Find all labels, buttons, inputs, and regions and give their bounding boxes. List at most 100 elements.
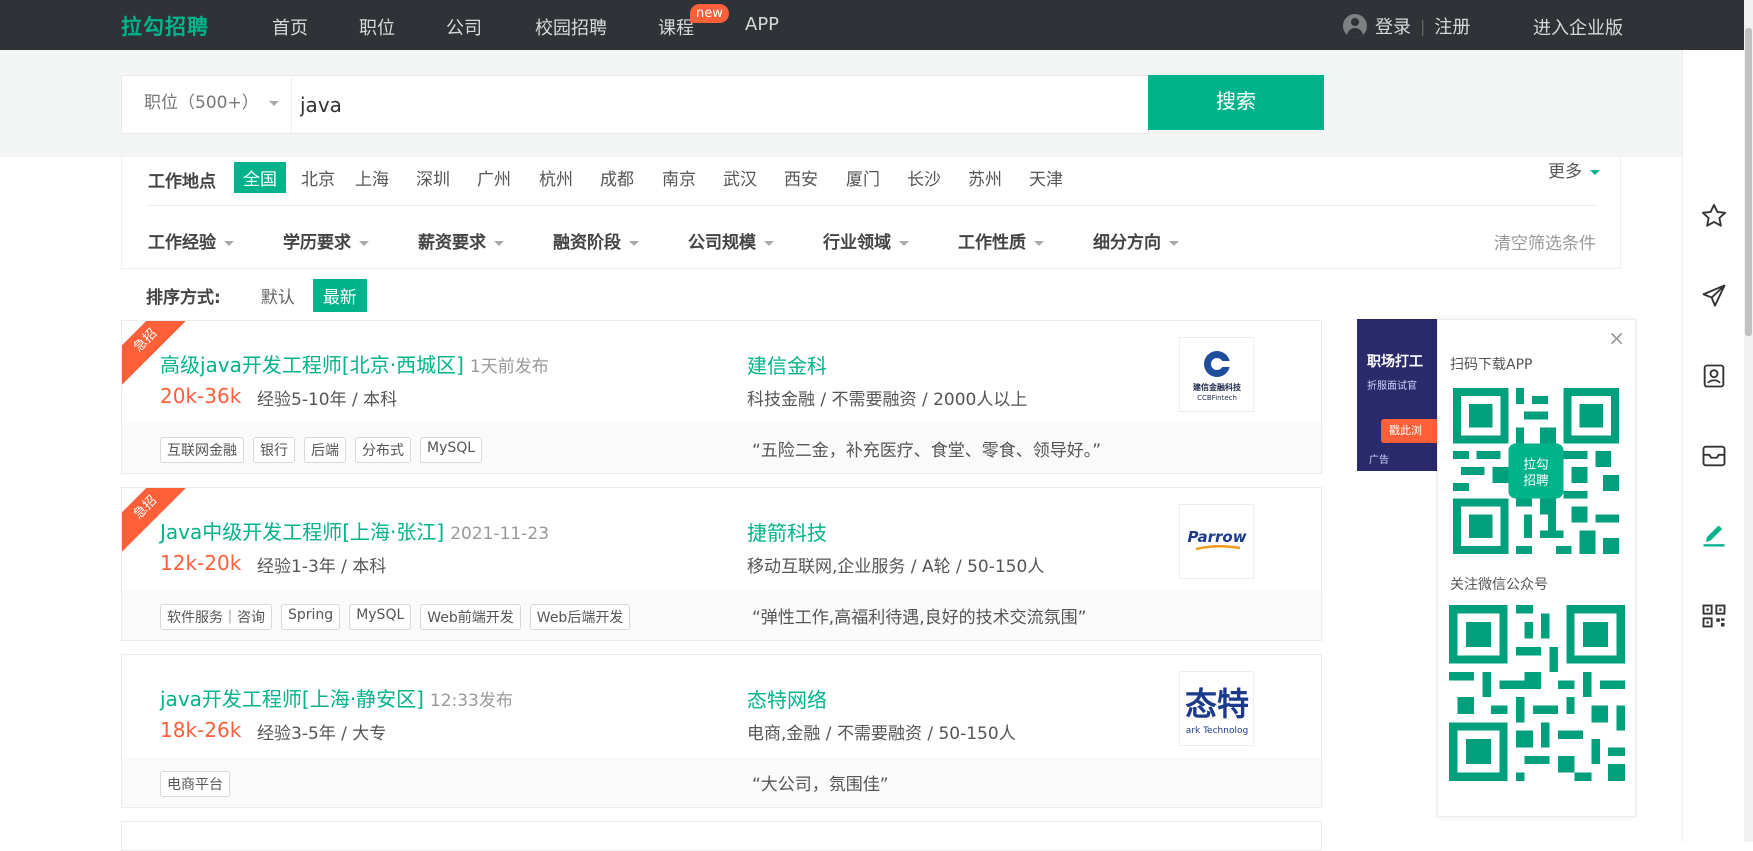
company-info: 电商,金融 / 不需要融资 / 50-150人 — [747, 724, 1016, 744]
ad-label: 广告 — [1369, 455, 1389, 466]
logo-text: 态特 — [1184, 685, 1248, 723]
job-tags: 互联网金融 银行 后端 分布式 MySQL — [160, 437, 491, 463]
company-logo[interactable]: 建信金融科技 CCBFintech — [1179, 337, 1254, 412]
dropdown-label: 公司规模 — [688, 233, 756, 253]
login-link[interactable]: 登录 — [1375, 13, 1411, 39]
city-option[interactable]: 北京 — [292, 162, 344, 193]
city-option[interactable]: 长沙 — [898, 162, 950, 193]
job-tag: 电商平台 — [160, 771, 230, 797]
job-title-link[interactable]: java开发工程师[上海·静安区] 12:33发布 — [160, 683, 513, 712]
job-card[interactable]: 急招 高级java开发工程师[北京·西城区] 1天前发布 20k-36k 经验5-… — [121, 320, 1322, 474]
company-name-link[interactable]: 态特网络 — [747, 684, 827, 713]
city-option[interactable]: 成都 — [591, 162, 643, 193]
city-option[interactable]: 厦门 — [837, 162, 889, 193]
sort-label: 排序方式: — [146, 287, 221, 308]
salary: 18k-26k — [160, 718, 242, 742]
job-tag: 互联网金融 — [160, 437, 244, 463]
ad-cta-button[interactable]: 戳此浏 — [1381, 419, 1437, 443]
inbox-icon[interactable] — [1700, 442, 1728, 470]
auth-separator: | — [1420, 16, 1426, 36]
sort-option-newest[interactable]: 最新 — [312, 278, 367, 312]
card-footer — [122, 757, 1321, 807]
more-cities-toggle[interactable]: 更多 — [1548, 157, 1600, 182]
nav-jobs[interactable]: 职位 — [359, 14, 395, 40]
city-option[interactable]: 全国 — [234, 162, 286, 193]
job-tag: MySQL — [420, 437, 483, 463]
send-icon[interactable] — [1700, 282, 1728, 310]
job-title-link[interactable]: Java中级开发工程师[上海·张江] 2021-11-23 — [160, 516, 549, 545]
right-tool-rail — [1682, 50, 1744, 842]
star-icon[interactable] — [1700, 202, 1728, 230]
filter-dropdown-funding[interactable]: 融资阶段 — [553, 228, 639, 253]
nav-companies[interactable]: 公司 — [446, 14, 482, 40]
company-name-link[interactable]: 建信金科 — [747, 350, 827, 379]
publish-time: 12:33发布 — [429, 691, 513, 711]
job-card[interactable]: 急招 Java中级开发工程师[上海·张江] 2021-11-23 12k-20k … — [121, 487, 1322, 641]
user-avatar-icon — [1343, 14, 1367, 38]
job-tag: Web后端开发 — [529, 604, 631, 630]
job-title: Java中级开发工程师[上海·张江] — [160, 520, 445, 544]
nav-campus[interactable]: 校园招聘 — [535, 14, 607, 40]
wechat-qr-code — [1449, 605, 1625, 781]
search-button[interactable]: 搜索 — [1148, 75, 1324, 130]
dropdown-label: 行业领域 — [823, 233, 891, 253]
job-title: java开发工程师[上海·静安区] — [160, 687, 424, 711]
city-option[interactable]: 武汉 — [714, 162, 766, 193]
city-option[interactable]: 上海 — [346, 162, 398, 193]
filter-dropdown-company-size[interactable]: 公司规模 — [688, 228, 774, 253]
company-logo[interactable]: 态特 ark Technolog — [1179, 671, 1254, 746]
city-option[interactable]: 天津 — [1020, 162, 1072, 193]
job-tag: 软件服务｜咨询 — [160, 604, 272, 630]
ad-title: 职场打工 — [1367, 354, 1423, 370]
filter-dropdown-industry[interactable]: 行业领域 — [823, 228, 909, 253]
logo-text: Parrow — [1187, 528, 1246, 546]
sort-option-default[interactable]: 默认 — [251, 279, 305, 312]
filter-dropdown-education[interactable]: 学历要求 — [283, 228, 369, 253]
filter-dropdown-subdirection[interactable]: 细分方向 — [1093, 228, 1179, 253]
search-input[interactable] — [300, 82, 1130, 127]
job-title-link[interactable]: 高级java开发工程师[北京·西城区] 1天前发布 — [160, 349, 549, 378]
resume-icon[interactable] — [1700, 362, 1728, 390]
company-logo[interactable]: Parrow — [1179, 504, 1254, 579]
enterprise-link[interactable]: 进入企业版 — [1533, 14, 1623, 40]
city-option[interactable]: 西安 — [775, 162, 827, 193]
scrollbar-thumb[interactable] — [1745, 28, 1752, 336]
company-name-link[interactable]: 捷箭科技 — [747, 517, 827, 546]
search-box: 职位（500+） — [121, 75, 1149, 134]
filter-dropdown-salary[interactable]: 薪资要求 — [418, 228, 504, 253]
city-option[interactable]: 杭州 — [530, 162, 582, 193]
city-option[interactable]: 苏州 — [959, 162, 1011, 193]
search-type-label: 职位（500+） — [144, 93, 259, 113]
new-badge: new — [690, 4, 729, 23]
ccb-fintech-logo: 建信金融科技 CCBFintech — [1192, 350, 1242, 402]
lagou-logo[interactable]: 拉勾招聘 — [121, 11, 209, 41]
register-link[interactable]: 注册 — [1434, 13, 1470, 39]
city-option[interactable]: 南京 — [653, 162, 705, 193]
chevron-down-icon — [629, 240, 639, 246]
clear-filters-link[interactable]: 清空筛选条件 — [1494, 229, 1596, 254]
job-card[interactable] — [121, 821, 1322, 851]
job-title: 高级java开发工程师[北京·西城区] — [160, 353, 464, 377]
side-ad-banner[interactable]: 职场打工 折服面试官 戳此浏 广告 — [1357, 319, 1437, 471]
nav-app[interactable]: APP — [745, 14, 779, 35]
logo-subtext: ark Technolog — [1185, 726, 1247, 736]
qrcode-icon[interactable] — [1700, 602, 1728, 630]
parrow-logo: Parrow — [1187, 528, 1246, 550]
chevron-down-icon — [1169, 240, 1179, 246]
city-option[interactable]: 深圳 — [407, 162, 459, 193]
dropdown-label: 工作经验 — [148, 233, 216, 253]
chevron-down-icon — [494, 240, 504, 246]
publish-time: 2021-11-23 — [450, 524, 550, 544]
job-card[interactable]: java开发工程师[上海·静安区] 12:33发布 18k-26k 经验3-5年 … — [121, 654, 1322, 808]
logo-text: 建信金融科技 — [1192, 382, 1242, 392]
city-option[interactable]: 广州 — [468, 162, 520, 193]
dropdown-label: 细分方向 — [1093, 233, 1161, 253]
company-info: 科技金融 / 不需要融资 / 2000人以上 — [747, 390, 1028, 410]
close-icon[interactable]: × — [1608, 326, 1625, 350]
nav-courses[interactable]: 课程 — [658, 14, 694, 40]
filter-dropdown-experience[interactable]: 工作经验 — [148, 228, 234, 253]
edit-icon[interactable] — [1700, 522, 1728, 550]
search-type-select[interactable]: 职位（500+） — [122, 76, 292, 133]
filter-dropdown-job-type[interactable]: 工作性质 — [958, 228, 1044, 253]
nav-home[interactable]: 首页 — [272, 14, 308, 40]
